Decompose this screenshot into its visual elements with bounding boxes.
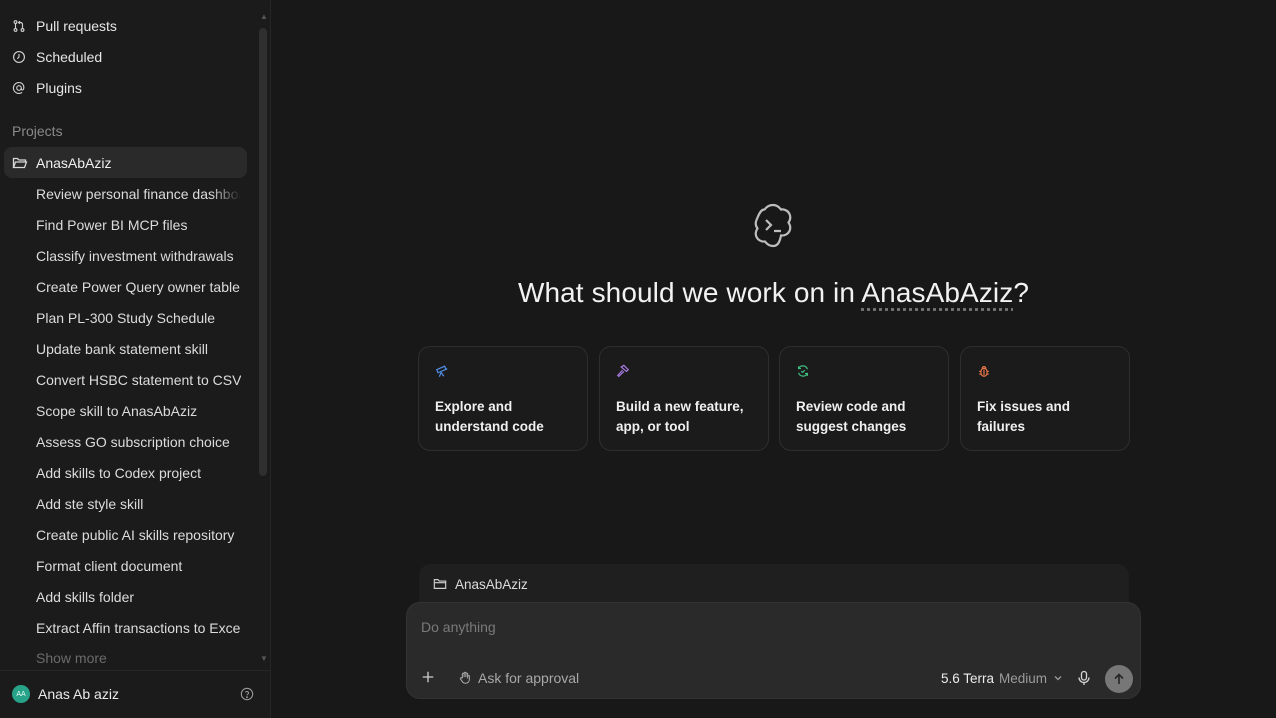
projects-section-label: Projects <box>12 123 63 139</box>
sidebar-scroll-area: Pull requests Scheduled Plugins Projects… <box>0 0 258 670</box>
suggestion-card-review[interactable]: Review code and suggest changes <box>779 346 949 451</box>
folder-icon <box>433 577 447 591</box>
thread-item[interactable]: Review personal finance dashboa <box>36 183 241 205</box>
composer-project-label: AnasAbAziz <box>455 576 528 592</box>
model-selector[interactable]: 5.6 Terra Medium <box>941 670 1063 686</box>
nav-plugins[interactable]: Plugins <box>12 76 82 100</box>
avatar: AA <box>12 685 30 703</box>
bug-icon <box>979 366 989 377</box>
refresh-icon <box>798 365 808 377</box>
suggestion-card-build[interactable]: Build a new feature, app, or tool <box>599 346 769 451</box>
nav-pull-requests[interactable]: Pull requests <box>12 14 117 38</box>
card-label: Build a new feature, app, or tool <box>616 399 744 434</box>
microphone-icon[interactable] <box>1076 670 1092 686</box>
thread-item[interactable]: Find Power BI MCP files <box>36 214 241 236</box>
thread-item[interactable]: Add skills to Codex project <box>36 462 241 484</box>
nav-label: Scheduled <box>36 49 103 65</box>
folder-open-icon <box>12 155 28 171</box>
arrow-up-icon <box>1114 673 1124 684</box>
suggestion-card-fix[interactable]: Fix issues and failures <box>960 346 1130 451</box>
nav-scheduled[interactable]: Scheduled <box>12 45 102 69</box>
approval-label: Ask for approval <box>478 670 580 686</box>
suggestion-card-explore[interactable]: Explore and understand code <box>418 346 588 451</box>
clock-icon <box>12 50 26 64</box>
add-attachment-icon[interactable] <box>421 670 435 684</box>
thread-item[interactable]: Extract Affin transactions to Excel <box>36 617 241 639</box>
model-name: 5.6 Terra <box>941 670 995 686</box>
headline-text: What should we work on in <box>517 277 862 308</box>
nav-label: Pull requests <box>36 18 117 34</box>
nav-label: Plugins <box>36 80 82 96</box>
thread-item[interactable]: Classify investment withdrawals <box>36 245 241 267</box>
help-icon[interactable] <box>240 687 254 701</box>
prompt-input[interactable] <box>419 615 1023 639</box>
card-label: Fix issues and failures <box>977 399 1071 434</box>
thread-item[interactable]: Add skills folder <box>36 586 241 608</box>
thread-item[interactable]: Scope skill to AnasAbAziz <box>36 400 241 422</box>
scroll-down-arrow[interactable]: ▼ <box>260 655 268 663</box>
main-panel: What should we work on in AnasAbAziz? Ex… <box>271 0 1276 718</box>
sidebar-scrollbar[interactable] <box>259 28 267 476</box>
sidebar: Pull requests Scheduled Plugins Projects… <box>0 0 271 718</box>
composer: Ask for approval 5.6 Terra Medium <box>406 602 1141 699</box>
approval-mode-button[interactable]: Ask for approval <box>458 670 579 686</box>
composer-project-tab[interactable]: AnasAbAziz <box>419 564 1129 604</box>
thread-item[interactable]: Create Power Query owner table <box>36 276 241 298</box>
model-effort: Medium <box>999 670 1048 686</box>
thread-item[interactable]: Assess GO subscription choice <box>36 431 241 453</box>
pull-request-icon <box>12 19 26 33</box>
at-icon <box>12 81 26 95</box>
thread-item[interactable]: Add ste style skill <box>36 493 241 515</box>
thread-item[interactable]: Create public AI skills repository <box>36 524 241 546</box>
thread-item[interactable]: Format client document <box>36 555 241 577</box>
headline-project[interactable]: AnasAbAziz <box>861 277 1013 308</box>
telescope-icon <box>435 365 448 377</box>
thread-item[interactable]: Plan PL-300 Study Schedule <box>36 307 241 329</box>
codex-logo-icon <box>754 203 792 248</box>
send-button[interactable] <box>1105 665 1133 693</box>
user-name: Anas Ab aziz <box>38 686 119 702</box>
card-label: Explore and understand code <box>435 399 544 434</box>
user-bar[interactable]: AA Anas Ab aziz <box>0 670 270 718</box>
headline-suffix: ? <box>1013 277 1030 308</box>
project-label: AnasAbAziz <box>36 154 112 171</box>
hammer-icon <box>616 364 630 378</box>
page-headline: What should we work on in AnasAbAziz? <box>271 277 1276 309</box>
show-more-link[interactable]: Show more <box>36 650 107 666</box>
thread-item[interactable]: Convert HSBC statement to CSV <box>36 369 241 391</box>
hand-icon <box>458 671 472 685</box>
thread-item[interactable]: Update bank statement skill <box>36 338 241 360</box>
project-item[interactable]: AnasAbAziz <box>4 147 247 178</box>
card-label: Review code and suggest changes <box>796 399 907 434</box>
scroll-up-arrow[interactable]: ▲ <box>260 13 268 21</box>
chevron-down-icon <box>1054 676 1062 681</box>
